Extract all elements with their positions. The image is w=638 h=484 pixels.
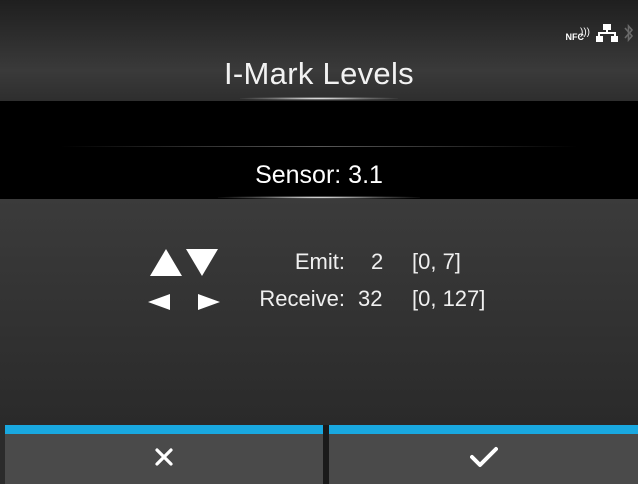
emit-range: [0, 7]: [412, 249, 461, 274]
sensor-label: Sensor: 3.1: [255, 161, 383, 189]
receive-value: 32: [358, 286, 383, 311]
title-underline: [240, 97, 398, 100]
emit-value: 2: [371, 249, 384, 274]
receive-label: Receive:: [259, 286, 345, 311]
divider-line: [60, 146, 578, 147]
bluetooth-icon: [624, 23, 634, 43]
receive-row[interactable]: Receive: 32 [0, 127]: [0, 286, 638, 318]
page-title: I-Mark Levels: [224, 56, 414, 91]
nfc-icon: NFC))): [565, 27, 591, 42]
header: NFC))) I-Mark Levels: [0, 0, 638, 101]
sensor-band: Sensor: 3.1: [0, 101, 638, 199]
emit-row[interactable]: Emit: 2 [0, 7]: [0, 249, 638, 281]
close-icon: [154, 447, 174, 472]
cancel-button[interactable]: [5, 425, 323, 484]
status-icons: NFC))): [566, 22, 635, 44]
button-bar: [0, 425, 638, 484]
settings-panel: Emit: 2 [0, 7] Receive: 32 [0, 127]: [0, 199, 638, 425]
confirm-button[interactable]: [329, 425, 638, 484]
receive-range: [0, 127]: [412, 286, 486, 311]
screen: NFC))) I-Mark Levels Sensor: 3.1 Emit: 2…: [0, 0, 638, 484]
checkmark-icon: [469, 446, 498, 473]
emit-label: Emit:: [294, 249, 345, 274]
network-icon: [596, 24, 618, 42]
